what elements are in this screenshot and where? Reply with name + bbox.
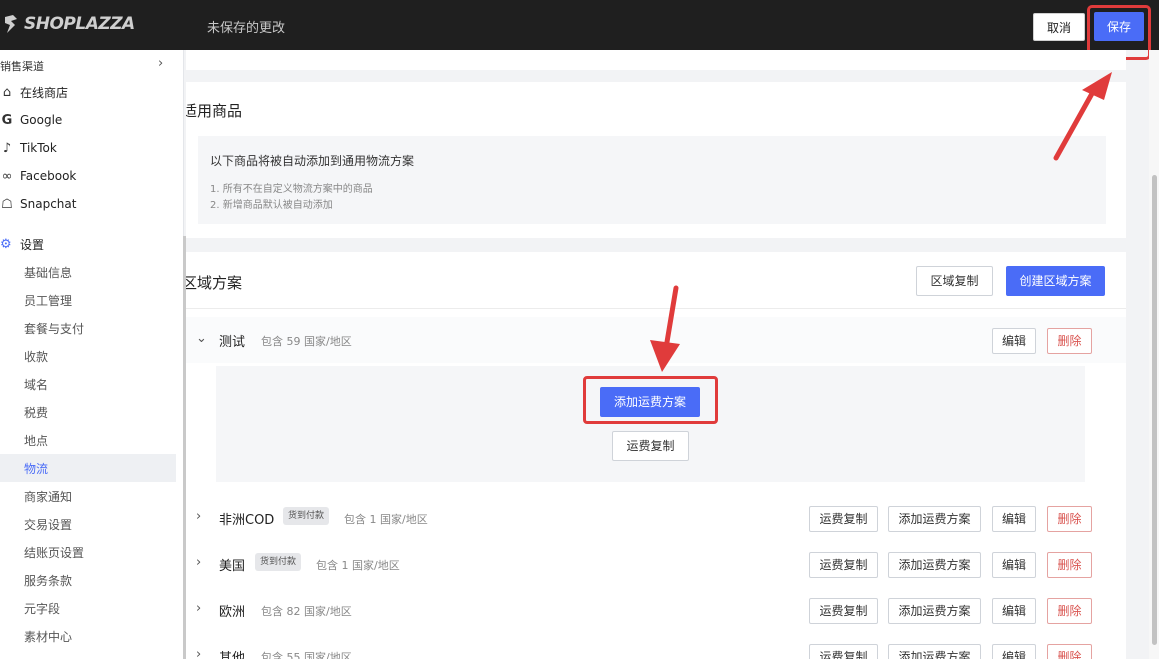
sidebar-item-files[interactable]: 素材中心 [24,627,72,647]
sidebar-item-checkout-page[interactable]: 结账页设置 [24,543,84,563]
sidebar-item-facebook[interactable]: ∞ Facebook [0,166,77,186]
delete-button[interactable]: 删除 [1047,506,1092,532]
copy-rate-button[interactable]: 运费复制 [809,552,878,578]
add-rate-highlight-box [583,376,718,424]
delete-button[interactable]: 删除 [1047,644,1092,659]
add-shipping-rate-button[interactable]: 添加运费方案 [888,598,981,624]
sidebar-item-notifications[interactable]: 商家通知 [24,487,72,507]
sidebar-item-label: 在线商店 [20,85,69,100]
sidebar-item-plan-billing[interactable]: 套餐与支付 [24,319,84,339]
zone-count: 包含 82 国家/地区 [261,605,352,618]
sidebar-item-payments[interactable]: 收款 [24,347,48,367]
gear-icon: ⚙ [0,237,12,252]
zone-count: 包含 55 国家/地区 [261,651,352,659]
sidebar-item-domains[interactable]: 域名 [24,375,48,395]
sidebar: 销售渠道 › ⌂ 在线商店 G Google ♪ TikTok ∞ Facebo… [0,50,184,659]
shoplazza-logo: SHOPLAZZA [2,14,135,34]
shoplazza-logo-icon [5,15,17,33]
sidebar-item-settings[interactable]: ⚙ 设置 [0,236,44,253]
zone-row-other[interactable]: › 其他 包含 55 国家/地区 运费复制 添加运费方案 编辑 删除 [186,633,1126,659]
edit-button[interactable]: 编辑 [992,644,1036,659]
create-zone-button[interactable]: 创建区域方案 [1006,266,1105,296]
delete-button[interactable]: 删除 [1047,598,1092,624]
chevron-right-icon[interactable]: › [158,56,163,71]
chevron-right-icon[interactable]: › [196,509,201,524]
products-info-box: 以下商品将被自动添加到通用物流方案 1. 所有不在自定义物流方案中的商品 2. … [198,136,1106,224]
arrow-annotation-icon [650,285,680,372]
delete-button[interactable]: 删除 [1047,328,1092,354]
sidebar-item-label: Facebook [20,169,77,183]
add-shipping-rate-button[interactable]: 添加运费方案 [888,644,981,659]
zone-name: 其他 [219,651,246,659]
sidebar-item-tiktok[interactable]: ♪ TikTok [0,138,57,158]
zone-row-usa[interactable]: › 美国 货到付款 包含 1 国家/地区 运费复制 添加运费方案 编辑 删除 [186,541,1126,587]
sidebar-item-taxes[interactable]: 税费 [24,403,48,423]
edit-button[interactable]: 编辑 [992,328,1036,354]
sidebar-item-policies[interactable]: 服务条款 [24,571,72,591]
cod-badge: 货到付款 [283,507,330,525]
copy-rate-button[interactable]: 运费复制 [612,431,689,461]
edit-button[interactable]: 编辑 [992,598,1036,624]
zone-name: 测试 [219,335,246,350]
applicable-products-card: 适用商品 以下商品将被自动添加到通用物流方案 1. 所有不在自定义物流方案中的商… [186,82,1126,238]
google-icon: G [1,112,13,128]
zone-name: 欧洲 [219,605,246,620]
copy-rate-button[interactable]: 运费复制 [809,644,878,659]
sidebar-item-basic-info[interactable]: 基础信息 [24,263,72,283]
sidebar-item-label: TikTok [20,141,57,155]
sidebar-item-label: Snapchat [20,197,77,211]
meta-icon: ∞ [1,168,13,184]
sidebar-item-label: 设置 [20,238,45,252]
info-main-text: 以下商品将被自动添加到通用物流方案 [210,154,415,168]
sales-channels-heading[interactable]: 销售渠道 [0,58,44,74]
edit-button[interactable]: 编辑 [992,506,1036,532]
zone-count: 包含 1 国家/地区 [316,559,400,572]
copy-zone-button[interactable]: 区域复制 [916,266,993,296]
sidebar-item-label: Google [20,113,63,127]
store-icon: ⌂ [2,84,12,100]
sidebar-item-checkout-settings[interactable]: 交易设置 [24,515,72,535]
info-line: 2. 新增商品默认被自动添加 [210,200,333,211]
edit-button[interactable]: 编辑 [992,552,1036,578]
previous-card [186,50,1126,70]
chevron-right-icon[interactable]: › [196,647,201,659]
sidebar-item-locations[interactable]: 地点 [24,431,48,451]
sidebar-item-online-store[interactable]: ⌂ 在线商店 [0,82,68,102]
tiktok-icon: ♪ [2,140,12,156]
sidebar-item-shipping[interactable]: 物流 [24,459,48,479]
chevron-down-icon[interactable]: ⌄ [196,331,207,346]
add-shipping-rate-button[interactable]: 添加运费方案 [888,506,981,532]
cancel-button[interactable]: 取消 [1033,13,1085,41]
zone-row-africa-cod[interactable]: › 非洲COD 货到付款 包含 1 国家/地区 运费复制 添加运费方案 编辑 删… [186,495,1126,541]
info-line: 1. 所有不在自定义物流方案中的商品 [210,184,373,195]
zone-count: 包含 1 国家/地区 [344,513,428,526]
sidebar-item-snapchat[interactable]: ☖ Snapchat [0,194,76,214]
zone-name: 非洲COD [219,513,275,528]
top-bar: SHOPLAZZA 未保存的更改 取消 保存 [0,0,1159,50]
zone-count: 包含 59 国家/地区 [261,335,352,348]
unsaved-changes-text: 未保存的更改 [207,21,286,36]
products-card-title: 适用商品 [186,102,243,120]
arrow-annotation-icon [1053,72,1112,161]
chevron-right-icon[interactable]: › [196,601,201,616]
zone-row-europe[interactable]: › 欧洲 包含 82 国家/地区 运费复制 添加运费方案 编辑 删除 [186,587,1126,633]
brand-name: SHOPLAZZA [24,14,135,34]
sidebar-item-google[interactable]: G Google [0,110,63,130]
snapchat-icon: ☖ [1,196,13,212]
page-scrollbar-thumb[interactable] [1152,175,1157,645]
cod-badge: 货到付款 [255,553,302,571]
delete-button[interactable]: 删除 [1047,552,1092,578]
sidebar-item-metafields[interactable]: 元字段 [24,599,60,619]
copy-rate-button[interactable]: 运费复制 [809,598,878,624]
chevron-right-icon[interactable]: › [196,555,201,570]
add-shipping-rate-button[interactable]: 添加运费方案 [888,552,981,578]
zone-name: 美国 [219,559,246,574]
copy-rate-button[interactable]: 运费复制 [809,506,878,532]
sidebar-item-staff[interactable]: 员工管理 [24,291,72,311]
zones-card-title: 区域方案 [186,274,243,292]
